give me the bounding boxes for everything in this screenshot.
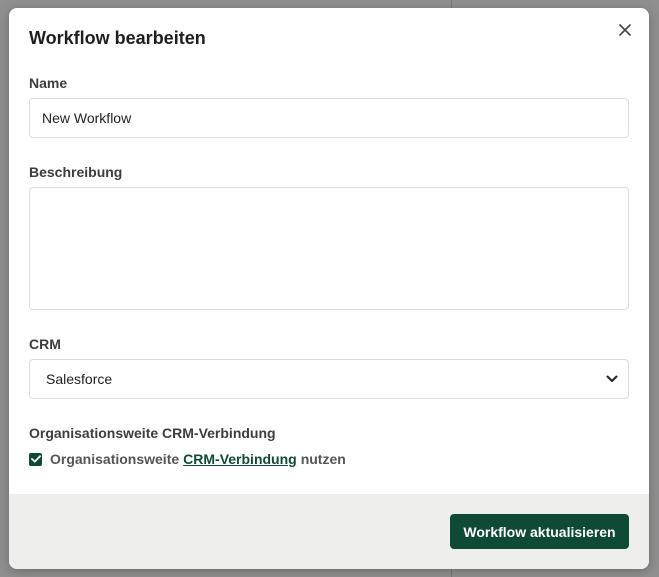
name-input[interactable] [29,98,629,138]
crm-label: CRM [29,336,61,352]
dialog-footer: Workflow aktualisieren [9,494,649,569]
crm-select-value: Salesforce [46,371,113,387]
description-label: Beschreibung [29,164,123,180]
description-textarea[interactable] [29,187,629,310]
crm-connection-link[interactable]: CRM-Verbindung [183,451,297,467]
org-connection-checkbox[interactable] [29,452,42,466]
org-connection-option: Organisationsweite CRM-Verbindung nutzen [29,451,346,467]
checkmark-icon [30,455,41,463]
chevron-down-icon [606,375,618,382]
crm-select[interactable]: Salesforce [29,359,629,399]
dialog-title: Workflow bearbeiten [29,28,206,48]
edit-workflow-dialog: Workflow bearbeiten Name Beschreibung CR… [9,8,649,569]
close-button[interactable] [615,20,635,40]
name-label: Name [29,75,68,91]
org-connection-label: Organisationsweite CRM-Verbindung [29,425,276,441]
checkbox-text-after: nutzen [300,451,346,467]
checkbox-text-before: Organisationsweite [50,451,180,467]
close-icon [619,24,631,36]
dialog-body: Workflow bearbeiten Name Beschreibung CR… [9,8,649,494]
update-workflow-button[interactable]: Workflow aktualisieren [450,514,629,549]
